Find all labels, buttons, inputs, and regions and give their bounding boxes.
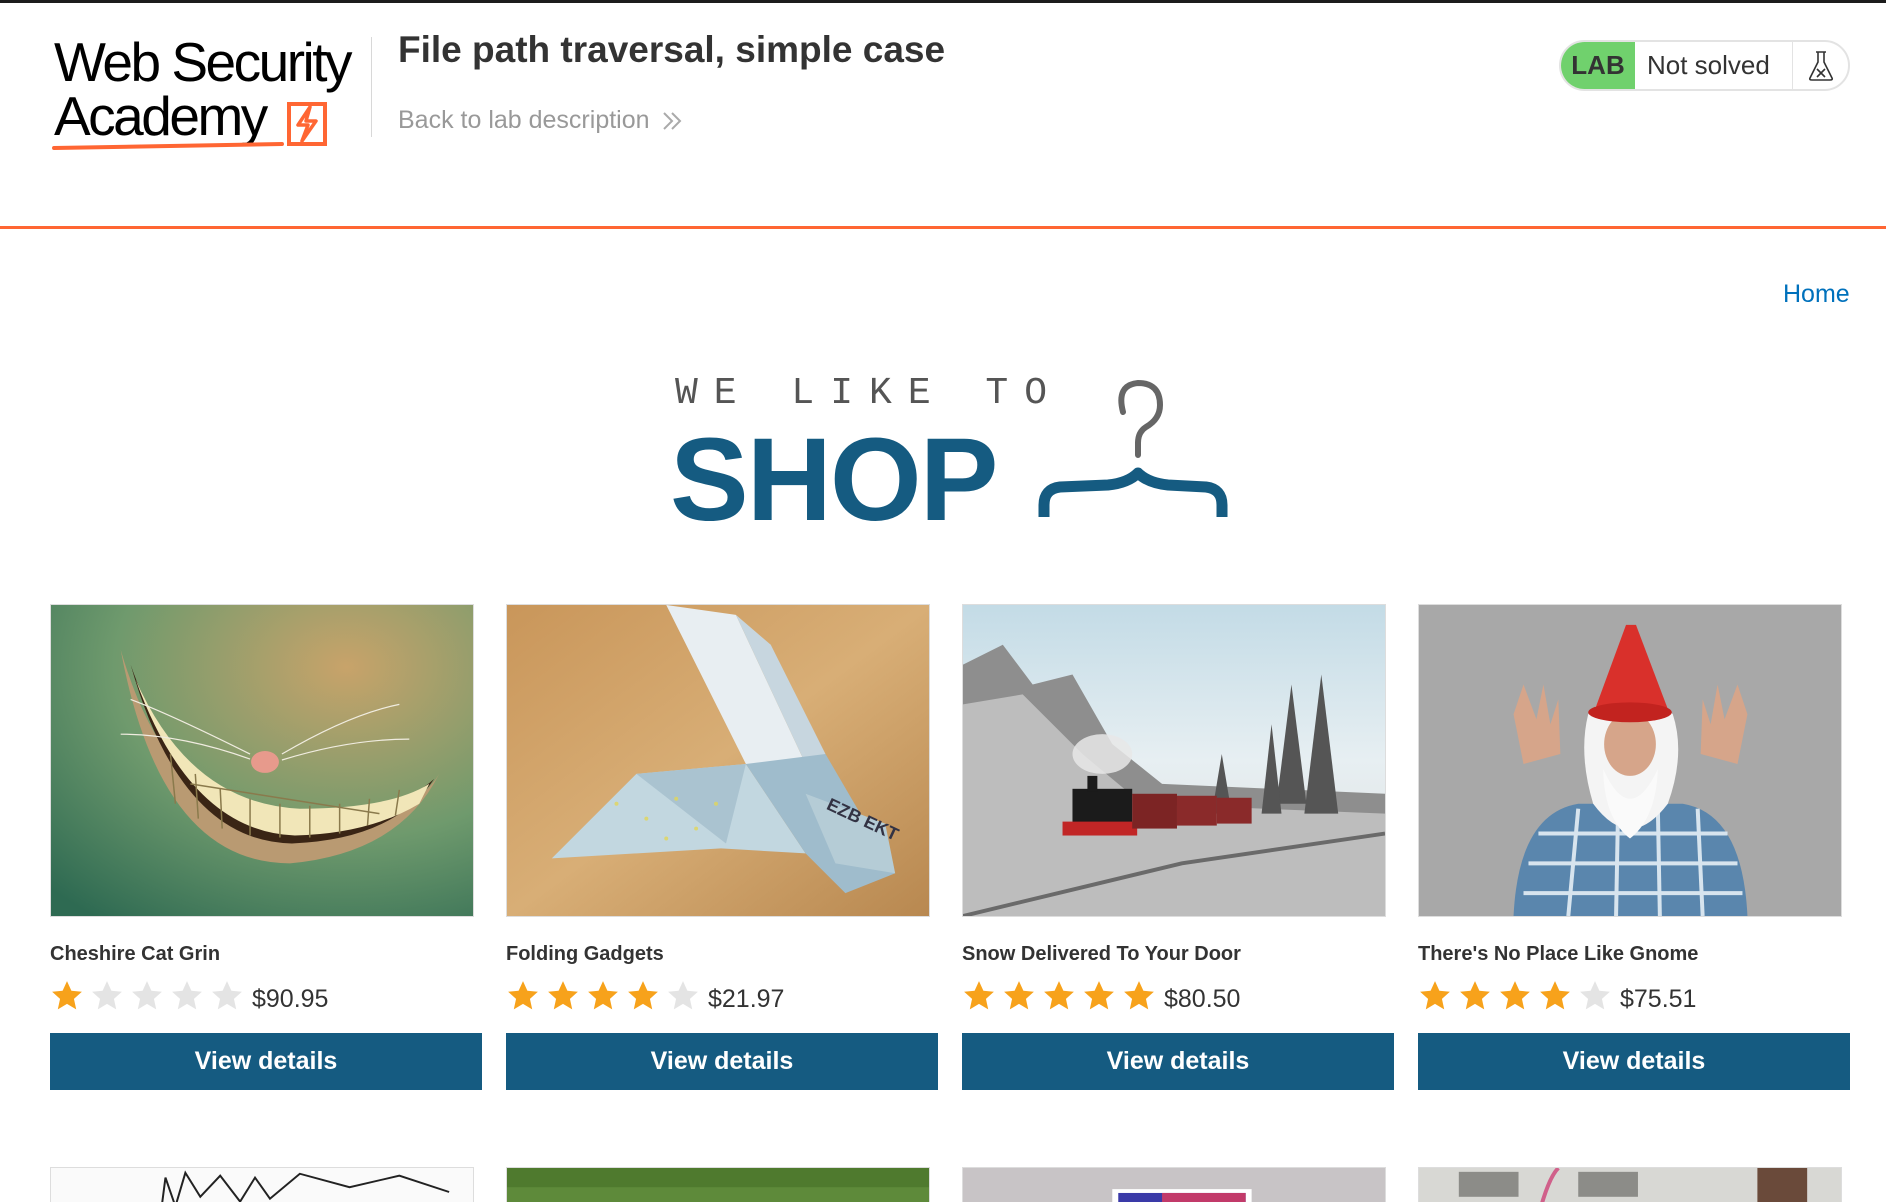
- view-details-button[interactable]: View details: [50, 1033, 482, 1090]
- logo-bolt-icon: [287, 102, 327, 146]
- lab-badge: LAB: [1561, 42, 1635, 89]
- product-price: $21.97: [708, 984, 785, 1013]
- product-rating: $75.51: [1418, 976, 1850, 1016]
- view-details-button[interactable]: View details: [1418, 1033, 1850, 1090]
- view-details-button[interactable]: View details: [506, 1033, 938, 1090]
- star-rating: [962, 979, 1156, 1013]
- banner-tagline: WE LIKE TO: [675, 372, 1064, 415]
- product-name: Snow Delivered To Your Door: [962, 943, 1241, 965]
- product-price: $90.95: [252, 984, 329, 1013]
- gnome-costume-image: [1419, 605, 1841, 916]
- star-rating: [1418, 979, 1612, 1013]
- view-details-button[interactable]: View details: [962, 1033, 1394, 1090]
- product-rating: $90.95: [50, 976, 482, 1016]
- star-empty-icon: [92, 981, 122, 1010]
- product-image[interactable]: [1418, 604, 1842, 917]
- double-chevron-right-icon: [662, 111, 681, 130]
- back-link-label: Back to lab description: [398, 106, 650, 134]
- star-rating: [506, 979, 700, 1013]
- logo-text-line2: Academy: [54, 85, 268, 147]
- product-image[interactable]: [1418, 1167, 1842, 1202]
- product-card: Cheshire Cat Grin $90.95 View details: [50, 604, 482, 1090]
- hanger-icon: [1038, 379, 1228, 517]
- product-image[interactable]: [50, 604, 474, 917]
- product-image[interactable]: [962, 1167, 1386, 1202]
- product-price: $75.51: [1620, 984, 1697, 1013]
- star-empty-icon: [668, 981, 698, 1010]
- lab-title: File path traversal, simple case: [398, 29, 946, 70]
- product-card: Snow Delivered To Your Door $80.50 View …: [962, 604, 1394, 1090]
- back-to-lab-description-link[interactable]: Back to lab description: [398, 106, 684, 135]
- product-image[interactable]: [962, 604, 1386, 917]
- header-accent-line: [0, 226, 1886, 229]
- star-empty-icon: [172, 981, 202, 1010]
- grass-product-image: [507, 1168, 929, 1202]
- star-filled-icon: [52, 981, 82, 1010]
- product-name: There's No Place Like Gnome: [1418, 943, 1699, 965]
- shop-banner: WE LIKE TO SHOP: [670, 372, 1230, 546]
- star-filled-icon: [1460, 981, 1490, 1010]
- star-filled-icon: [1004, 981, 1034, 1010]
- nav-home-link[interactable]: Home: [1783, 280, 1850, 309]
- lab-status-text: Not solved: [1635, 42, 1793, 89]
- star-filled-icon: [588, 981, 618, 1010]
- flask-icon: [1793, 42, 1848, 89]
- product-price: $80.50: [1164, 984, 1241, 1013]
- star-rating: [50, 979, 244, 1013]
- star-filled-icon: [964, 981, 994, 1010]
- product-rating: $80.50: [962, 976, 1394, 1016]
- star-filled-icon: [628, 981, 658, 1010]
- product-image[interactable]: EZB EKT: [506, 604, 930, 917]
- star-filled-icon: [1084, 981, 1114, 1010]
- star-empty-icon: [132, 981, 162, 1010]
- cheshire-cat-grin-image: [51, 605, 473, 916]
- product-card: There's No Place Like Gnome $75.51 View …: [1418, 604, 1850, 1090]
- banner-shop-title: SHOP: [670, 414, 998, 546]
- lab-status-widget: LAB Not solved: [1559, 40, 1850, 91]
- star-filled-icon: [1044, 981, 1074, 1010]
- snowy-train-image: [963, 605, 1385, 916]
- star-filled-icon: [1124, 981, 1154, 1010]
- origami-bird-image: EZB EKT: [507, 605, 929, 916]
- header-divider: [371, 37, 372, 137]
- building-product-image: [1419, 1168, 1841, 1202]
- star-filled-icon: [508, 981, 538, 1010]
- product-name: Cheshire Cat Grin: [50, 943, 221, 965]
- logo-text-line1: Web Security: [54, 31, 353, 93]
- web-security-academy-logo[interactable]: Web Security Academy: [50, 31, 370, 156]
- academy-header: Web Security Academy File path traversal…: [0, 3, 1886, 226]
- star-filled-icon: [1540, 981, 1570, 1010]
- product-image[interactable]: [50, 1167, 474, 1202]
- poster-product-image: [963, 1168, 1385, 1202]
- star-filled-icon: [1420, 981, 1450, 1010]
- product-name: Folding Gadgets: [506, 943, 664, 965]
- star-filled-icon: [548, 981, 578, 1010]
- star-empty-icon: [1580, 981, 1610, 1010]
- star-filled-icon: [1500, 981, 1530, 1010]
- product-card: EZB EKT Folding Gadgets $21.97 View deta…: [506, 604, 938, 1090]
- product-image[interactable]: [506, 1167, 930, 1202]
- product-rating: $21.97: [506, 976, 938, 1016]
- star-empty-icon: [212, 981, 242, 1010]
- sketch-product-image: [51, 1168, 473, 1202]
